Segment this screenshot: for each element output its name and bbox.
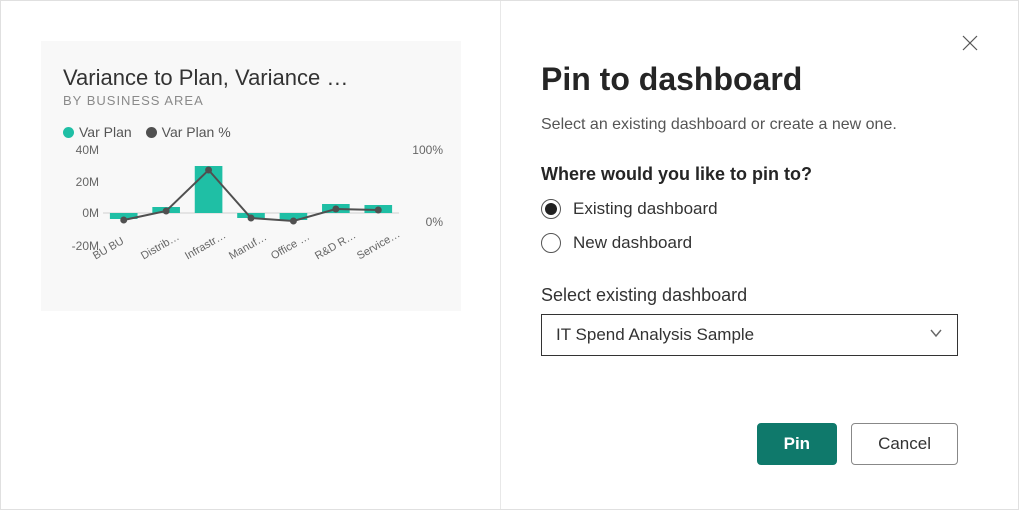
y2-tick-100: 100% bbox=[412, 143, 443, 157]
legend-dot-gray bbox=[146, 127, 157, 138]
visual-card: Variance to Plan, Variance … BY BUSINESS… bbox=[41, 41, 461, 311]
radio-label-new: New dashboard bbox=[573, 233, 692, 253]
visual-preview-pane: Variance to Plan, Variance … BY BUSINESS… bbox=[1, 1, 501, 509]
dialog-description: Select an existing dashboard or create a… bbox=[541, 116, 958, 134]
x-axis-labels: BU BU Distrib… Infrastr… Manuf… Office …… bbox=[103, 252, 399, 282]
form-pane: Pin to dashboard Select an existing dash… bbox=[501, 1, 1018, 509]
visual-title: Variance to Plan, Variance … bbox=[63, 65, 439, 91]
chart-plot bbox=[103, 150, 399, 246]
legend-label-var-plan-pct: Var Plan % bbox=[162, 124, 231, 140]
chevron-down-icon bbox=[929, 325, 943, 345]
legend-label-var-plan: Var Plan bbox=[79, 124, 132, 140]
y2-tick-0: 0% bbox=[426, 215, 443, 229]
radio-new-dashboard[interactable]: New dashboard bbox=[541, 233, 958, 253]
pin-target-question: Where would you like to pin to? bbox=[541, 164, 958, 185]
pin-button-label: Pin bbox=[784, 434, 810, 454]
y-axis-right: 100% 0% bbox=[403, 150, 443, 246]
close-button[interactable] bbox=[962, 35, 982, 55]
radio-icon bbox=[541, 233, 561, 253]
legend-item-var-plan-pct: Var Plan % bbox=[146, 124, 231, 140]
radio-icon bbox=[541, 199, 561, 219]
dashboard-select-value: IT Spend Analysis Sample bbox=[556, 325, 754, 345]
y-tick-0m: 0M bbox=[82, 206, 99, 220]
dialog-title: Pin to dashboard bbox=[541, 61, 958, 98]
dashboard-select[interactable]: IT Spend Analysis Sample bbox=[541, 314, 958, 356]
chart-legend: Var Plan Var Plan % bbox=[63, 124, 439, 140]
radio-existing-dashboard[interactable]: Existing dashboard bbox=[541, 199, 958, 219]
cancel-button-label: Cancel bbox=[878, 434, 931, 454]
radio-label-existing: Existing dashboard bbox=[573, 199, 718, 219]
pin-to-dashboard-dialog: Variance to Plan, Variance … BY BUSINESS… bbox=[0, 0, 1019, 510]
radio-checked-dot bbox=[545, 203, 557, 215]
close-icon bbox=[962, 35, 978, 51]
legend-item-var-plan: Var Plan bbox=[63, 124, 132, 140]
dialog-button-row: Pin Cancel bbox=[541, 423, 958, 485]
cancel-button[interactable]: Cancel bbox=[851, 423, 958, 465]
chart-area: 40M 20M 0M -20M 100% 0% bbox=[103, 150, 399, 270]
y-tick-20m: 20M bbox=[76, 175, 99, 189]
visual-subtitle: BY BUSINESS AREA bbox=[63, 93, 439, 108]
y-tick-40m: 40M bbox=[76, 143, 99, 157]
chart-svg bbox=[103, 150, 399, 246]
legend-dot-teal bbox=[63, 127, 74, 138]
y-axis-left: 40M 20M 0M -20M bbox=[59, 150, 99, 246]
select-dashboard-label: Select existing dashboard bbox=[541, 285, 958, 306]
pin-button[interactable]: Pin bbox=[757, 423, 837, 465]
